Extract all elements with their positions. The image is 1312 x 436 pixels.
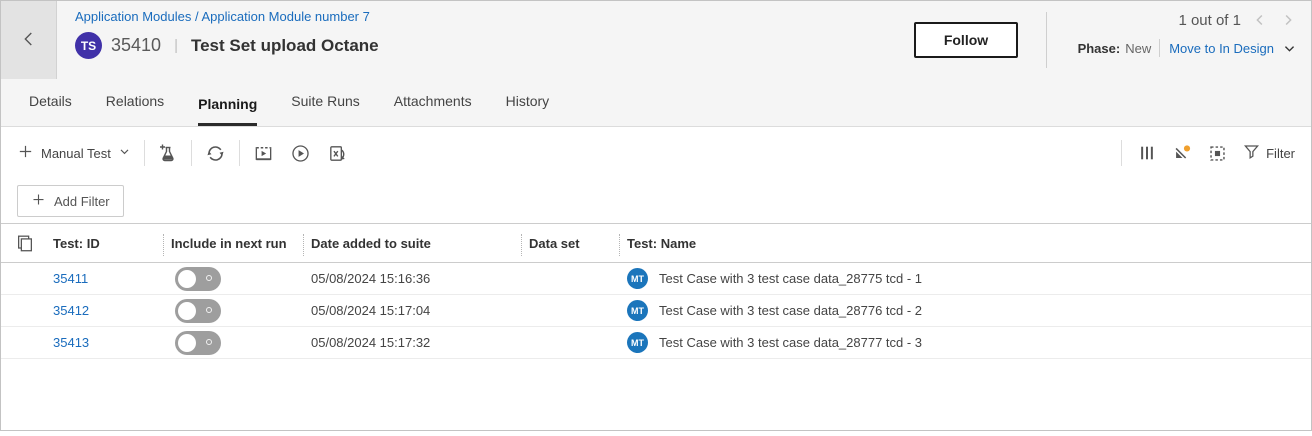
funnel-icon xyxy=(1243,143,1260,163)
planned-runs-icon[interactable] xyxy=(253,143,274,164)
test-suite-badge: TS xyxy=(75,32,102,59)
header-right-panel: 1 out of 1 Phase: New Move to In Design xyxy=(1047,1,1311,79)
manual-test-badge: MT xyxy=(627,268,648,289)
filter-row: Add Filter xyxy=(1,179,1311,223)
column-header-date-added[interactable]: Date added to suite xyxy=(311,236,529,251)
filter-button[interactable]: Filter xyxy=(1243,143,1295,163)
test-id-link[interactable]: 35412 xyxy=(53,303,171,318)
include-in-next-run-toggle[interactable] xyxy=(175,267,221,291)
toolbar-divider xyxy=(144,140,145,166)
filter-label: Filter xyxy=(1266,146,1295,161)
id-title-divider: | xyxy=(170,37,182,54)
test-id-link[interactable]: 35411 xyxy=(53,271,171,286)
column-header-test-name[interactable]: Test: Name xyxy=(627,236,1311,251)
plus-icon xyxy=(31,192,46,210)
next-item-icon[interactable] xyxy=(1279,11,1297,29)
grid-header: Test: ID Include in next run Date added … xyxy=(1,223,1311,263)
entity-id: 35410 xyxy=(111,35,161,56)
tab-suite-runs[interactable]: Suite Runs xyxy=(291,93,359,126)
tab-history[interactable]: History xyxy=(506,93,550,126)
tab-bar: Details Relations Planning Suite Runs At… xyxy=(1,79,1311,127)
breadcrumb[interactable]: Application Modules / Application Module… xyxy=(75,9,370,24)
tab-planning[interactable]: Planning xyxy=(198,96,257,126)
table-row[interactable]: 35413 05/08/2024 15:17:32 MT Test Case w… xyxy=(1,327,1311,359)
follow-button[interactable]: Follow xyxy=(914,22,1018,58)
toolbar-divider xyxy=(1121,140,1122,166)
manual-test-label: Manual Test xyxy=(41,146,111,161)
table-row[interactable]: 35411 05/08/2024 15:16:36 MT Test Case w… xyxy=(1,263,1311,295)
toggle-ring xyxy=(206,275,212,281)
date-added-cell: 05/08/2024 15:17:04 xyxy=(311,303,529,318)
manual-test-badge: MT xyxy=(627,332,648,353)
add-manual-test-button[interactable]: Manual Test xyxy=(17,143,131,163)
date-added-cell: 05/08/2024 15:17:32 xyxy=(311,335,529,350)
date-added-cell: 05/08/2024 15:16:36 xyxy=(311,271,529,286)
chevron-left-icon xyxy=(18,28,40,53)
toggle-knob xyxy=(178,302,196,320)
toggle-knob xyxy=(178,270,196,288)
toggle-knob xyxy=(178,334,196,352)
tab-details[interactable]: Details xyxy=(29,93,72,126)
phase-chevron-down-icon[interactable] xyxy=(1282,41,1297,56)
phase-action-link[interactable]: Move to In Design xyxy=(1169,41,1274,56)
entity-info: Application Modules / Application Module… xyxy=(57,1,379,79)
column-header-test-id[interactable]: Test: ID xyxy=(53,236,171,251)
test-set-panel: Application Modules / Application Module… xyxy=(0,0,1312,431)
toggle-ring xyxy=(206,307,212,313)
column-header-include-in-next-run[interactable]: Include in next run xyxy=(171,236,311,251)
test-name: Test Case with 3 test case data_28775 tc… xyxy=(659,271,922,286)
entity-title: Test Set upload Octane xyxy=(191,36,379,56)
refresh-icon[interactable] xyxy=(205,143,226,164)
select-all-icon[interactable] xyxy=(15,233,53,253)
prev-item-icon[interactable] xyxy=(1251,11,1269,29)
add-test-flask-icon[interactable] xyxy=(158,143,178,163)
test-name: Test Case with 3 test case data_28776 tc… xyxy=(659,303,922,318)
include-in-next-run-toggle[interactable] xyxy=(175,331,221,355)
column-header-data-set[interactable]: Data set xyxy=(529,236,627,251)
phase-label: Phase: xyxy=(1078,41,1121,56)
export-excel-icon[interactable] xyxy=(327,143,348,164)
tab-relations[interactable]: Relations xyxy=(106,93,164,126)
test-id-link[interactable]: 35413 xyxy=(53,335,171,350)
sort-icon[interactable] xyxy=(1172,143,1192,163)
add-filter-button[interactable]: Add Filter xyxy=(17,185,124,217)
run-icon[interactable] xyxy=(290,143,311,164)
toolbar-divider xyxy=(191,140,192,166)
plus-icon xyxy=(17,143,34,163)
pagination-text: 1 out of 1 xyxy=(1178,12,1241,29)
phase-divider xyxy=(1159,39,1160,57)
manual-test-badge: MT xyxy=(627,300,648,321)
entity-header: Application Modules / Application Module… xyxy=(1,1,1311,79)
phase-value: New xyxy=(1125,41,1151,56)
add-filter-label: Add Filter xyxy=(54,194,110,209)
chevron-down-icon xyxy=(118,145,131,161)
back-button[interactable] xyxy=(1,1,57,79)
planning-toolbar: Manual Test xyxy=(1,127,1311,179)
columns-icon[interactable] xyxy=(1138,144,1156,162)
toolbar-divider xyxy=(239,140,240,166)
include-in-next-run-toggle[interactable] xyxy=(175,299,221,323)
test-name: Test Case with 3 test case data_28777 tc… xyxy=(659,335,922,350)
tab-attachments[interactable]: Attachments xyxy=(394,93,472,126)
select-columns-icon[interactable] xyxy=(1208,144,1227,163)
table-row[interactable]: 35412 05/08/2024 15:17:04 MT Test Case w… xyxy=(1,295,1311,327)
toggle-ring xyxy=(206,339,212,345)
